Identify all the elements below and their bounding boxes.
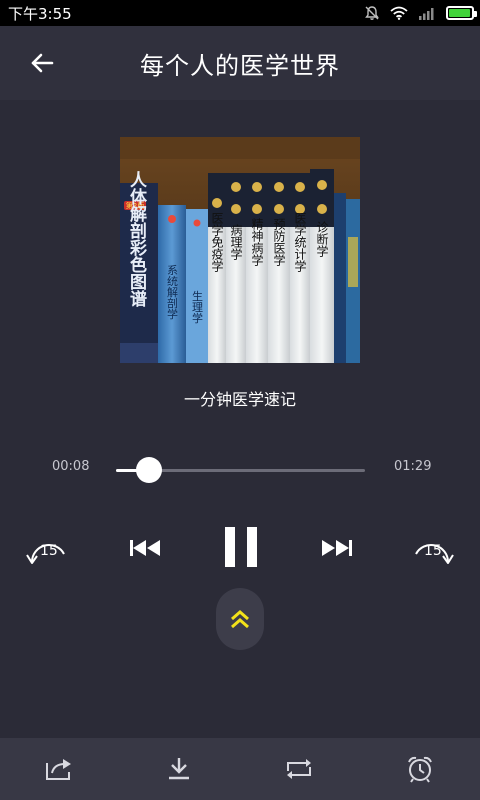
status-bar: 下午3:55 bbox=[0, 0, 480, 26]
skip-forward-15-button[interactable]: 15 bbox=[410, 532, 456, 568]
mute-icon bbox=[364, 5, 380, 21]
page-title: 每个人的医学世界 bbox=[140, 51, 340, 80]
status-icons bbox=[364, 5, 477, 21]
battery-icon bbox=[446, 6, 477, 20]
signal-icon bbox=[418, 6, 436, 20]
svg-text:生理学: 生理学 bbox=[191, 289, 204, 323]
download-icon bbox=[169, 758, 189, 780]
cover-book-6: 精神病学 bbox=[246, 173, 268, 363]
skip-back-15-button[interactable]: 15 bbox=[24, 532, 70, 568]
player-screen: 下午3:55 每个人的医学世界 第2版 人体解剖彩色图谱 系统解剖学 生理学 医… bbox=[0, 0, 480, 800]
svg-text:医学免疫学: 医学免疫学 bbox=[210, 212, 224, 272]
pause-button[interactable] bbox=[218, 524, 264, 570]
skip-back-label: 15 bbox=[40, 543, 58, 559]
alarm-clock-icon bbox=[408, 756, 432, 783]
cover-book-7: 预防医学 bbox=[268, 173, 290, 363]
cover-book-9: 诊断学 bbox=[310, 169, 334, 363]
bottom-toolbar bbox=[0, 738, 480, 800]
battery-fill bbox=[449, 9, 470, 17]
wifi-icon bbox=[390, 6, 408, 20]
cover-book-3: 生理学 bbox=[186, 209, 208, 363]
share-button[interactable] bbox=[42, 754, 76, 784]
track-title: 一分钟医学速记 bbox=[183, 390, 296, 409]
cover-book-1: 第2版 人体解剖彩色图谱 bbox=[120, 171, 158, 363]
download-button[interactable] bbox=[162, 754, 196, 784]
previous-icon bbox=[130, 540, 160, 556]
header-bar: 每个人的医学世界 bbox=[0, 26, 480, 100]
cover-book-8: 医学统计学 bbox=[290, 173, 310, 363]
svg-text:医学统计学: 医学统计学 bbox=[293, 212, 307, 272]
svg-text:系统解剖学: 系统解剖学 bbox=[166, 264, 179, 319]
share-icon bbox=[46, 759, 71, 780]
svg-text:诊断学: 诊断学 bbox=[315, 221, 329, 257]
cover-book-5: 病理学 bbox=[226, 173, 246, 363]
double-chevron-up-icon bbox=[231, 610, 249, 629]
sleep-timer-button[interactable] bbox=[403, 754, 437, 784]
status-time: 下午3:55 bbox=[8, 4, 72, 23]
back-arrow-icon bbox=[31, 53, 54, 73]
total-time: 01:29 bbox=[394, 459, 432, 474]
next-button[interactable] bbox=[318, 535, 356, 561]
repeat-button[interactable] bbox=[282, 754, 316, 784]
expand-playlist-button[interactable] bbox=[216, 588, 264, 650]
repeat-icon bbox=[287, 759, 311, 779]
cover-book-2: 系统解剖学 bbox=[158, 205, 186, 363]
album-cover: 第2版 人体解剖彩色图谱 系统解剖学 生理学 医学免疫学 病理学 精神病学 预防… bbox=[120, 137, 360, 363]
cover-book-4: 医学免疫学 bbox=[208, 173, 226, 363]
progress-thumb[interactable] bbox=[136, 457, 163, 483]
back-button[interactable] bbox=[22, 46, 62, 80]
progress-slider[interactable] bbox=[116, 457, 365, 483]
next-icon bbox=[322, 540, 352, 556]
svg-text:人体解剖彩色图谱: 人体解剖彩色图谱 bbox=[126, 171, 148, 308]
previous-button[interactable] bbox=[126, 535, 164, 561]
svg-text:预防医学: 预防医学 bbox=[272, 218, 286, 266]
current-time: 00:08 bbox=[52, 459, 90, 474]
svg-text:病理学: 病理学 bbox=[229, 223, 243, 260]
skip-forward-label: 15 bbox=[424, 543, 442, 559]
svg-text:精神病学: 精神病学 bbox=[250, 218, 264, 266]
pause-icon bbox=[225, 527, 257, 567]
